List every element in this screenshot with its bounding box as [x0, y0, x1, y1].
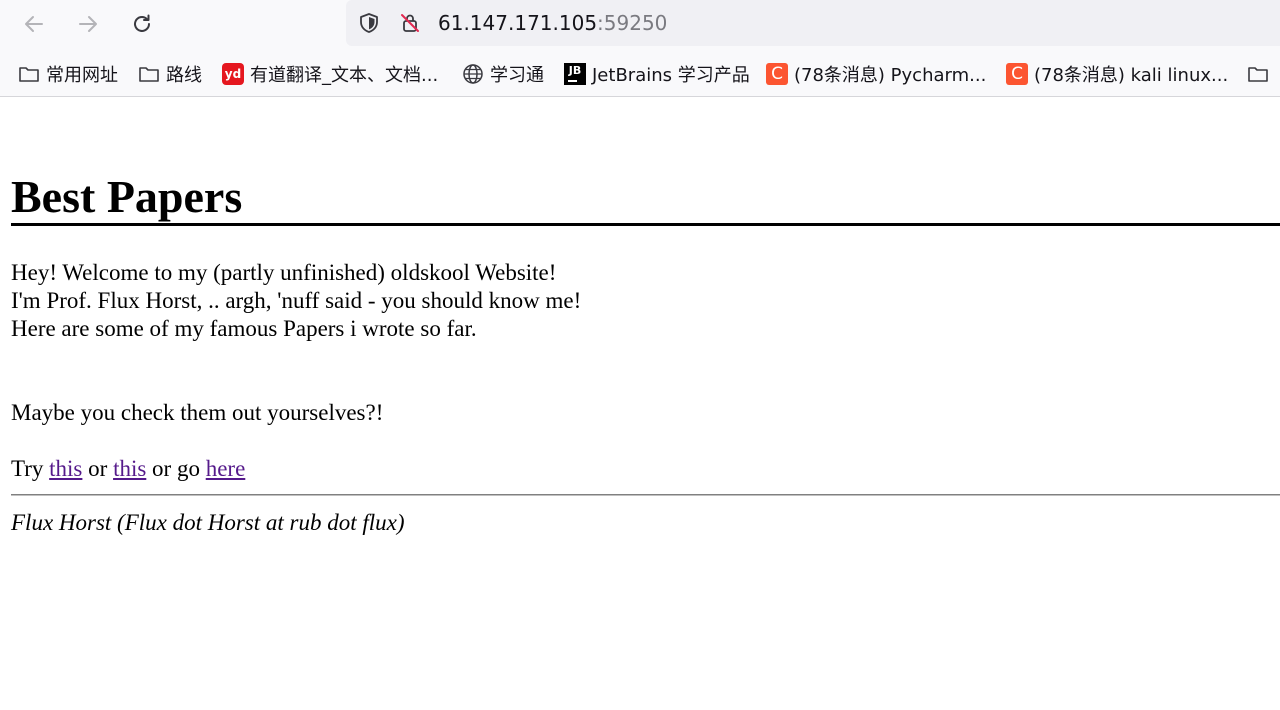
forward-arrow-icon — [79, 16, 97, 32]
paper-link-2[interactable]: this — [113, 456, 146, 481]
or-go-text: or go — [146, 456, 206, 481]
url-text[interactable]: 61.147.171.105:59250 — [438, 11, 667, 35]
bookmark-label: (78条消息) kali linux... — [1034, 65, 1229, 86]
bookmark-folder-routes[interactable]: 路线 — [138, 62, 202, 86]
folder-icon — [1247, 63, 1269, 85]
csdn-icon-glyph: C — [1006, 63, 1028, 85]
back-arrow-icon — [25, 16, 43, 32]
title-underline — [11, 223, 1280, 226]
page-content: Best Papers Hey! Welcome to my (partly u… — [0, 97, 1280, 710]
csdn-icon: C — [766, 63, 788, 85]
check-out-text: Maybe you check them out yourselves?! — [11, 400, 384, 425]
bookmark-label: 学习通 — [490, 65, 544, 86]
bookmark-csdn-kali[interactable]: C (78条消息) kali linux... — [1006, 62, 1228, 86]
footer-divider — [11, 494, 1280, 496]
bookmarks-toolbar: 常用网址 路线 yd 有道翻译_文本、文档... 学习通 JB JetBrain… — [0, 54, 1280, 94]
here-link[interactable]: here — [206, 456, 246, 481]
bookmark-label: 常用网址 — [46, 65, 118, 86]
url-port: :59250 — [597, 11, 668, 35]
try-text: Try — [11, 456, 50, 481]
page-title: Best Papers — [11, 171, 243, 222]
youdao-icon: yd — [222, 63, 244, 85]
reload-button[interactable] — [126, 8, 158, 40]
navigation-bar: 61.147.171.105:59250 — [0, 0, 1280, 48]
jetbrains-icon: JB — [564, 63, 586, 85]
intro-paragraph: Hey! Welcome to my (partly unfinished) o… — [11, 259, 581, 343]
intro-line-1: Hey! Welcome to my (partly unfinished) o… — [11, 260, 557, 285]
bookmark-label: 路线 — [166, 65, 202, 86]
back-button[interactable] — [18, 8, 50, 40]
author-address: Flux Horst (Flux dot Horst at rub dot fl… — [11, 510, 405, 535]
or-text: or — [82, 456, 114, 481]
shield-icon[interactable] — [357, 11, 381, 35]
bookmark-label: (78条消息) Pycharm... — [794, 65, 987, 86]
address-bar[interactable]: 61.147.171.105:59250 — [346, 0, 1280, 46]
bookmark-youdao[interactable]: yd 有道翻译_文本、文档... — [222, 62, 438, 86]
bookmark-folder-more[interactable] — [1247, 62, 1275, 86]
url-host: 61.147.171.105 — [438, 11, 598, 35]
csdn-icon: C — [1006, 63, 1028, 85]
reload-icon — [134, 14, 150, 32]
bookmark-label: 有道翻译_文本、文档... — [250, 65, 439, 86]
insecure-lock-icon[interactable] — [398, 11, 422, 35]
bookmark-jetbrains[interactable]: JB JetBrains 学习产品 — [564, 62, 750, 86]
intro-line-2: I'm Prof. Flux Horst, .. argh, 'nuff sai… — [11, 288, 582, 313]
browser-toolbar: 61.147.171.105:59250 常用网址 路线 yd 有道翻译_文本、… — [0, 0, 1280, 97]
intro-line-3: Here are some of my famous Papers i wrot… — [11, 316, 477, 341]
csdn-icon-glyph: C — [766, 63, 788, 85]
bookmark-label: JetBrains 学习产品 — [592, 65, 750, 86]
bookmark-folder-common[interactable]: 常用网址 — [18, 62, 118, 86]
links-paragraph: Try this or this or go here — [11, 455, 245, 483]
bookmark-xuexitong[interactable]: 学习通 — [462, 62, 544, 86]
youdao-icon-glyph: yd — [222, 63, 244, 85]
folder-icon — [138, 63, 160, 85]
globe-icon — [462, 63, 484, 85]
bookmark-csdn-pycharm[interactable]: C (78条消息) Pycharm... — [766, 62, 986, 86]
folder-icon — [18, 63, 40, 85]
jetbrains-icon-glyph: JB — [564, 63, 586, 85]
paper-link-1[interactable]: this — [49, 456, 82, 481]
forward-button[interactable] — [72, 8, 104, 40]
